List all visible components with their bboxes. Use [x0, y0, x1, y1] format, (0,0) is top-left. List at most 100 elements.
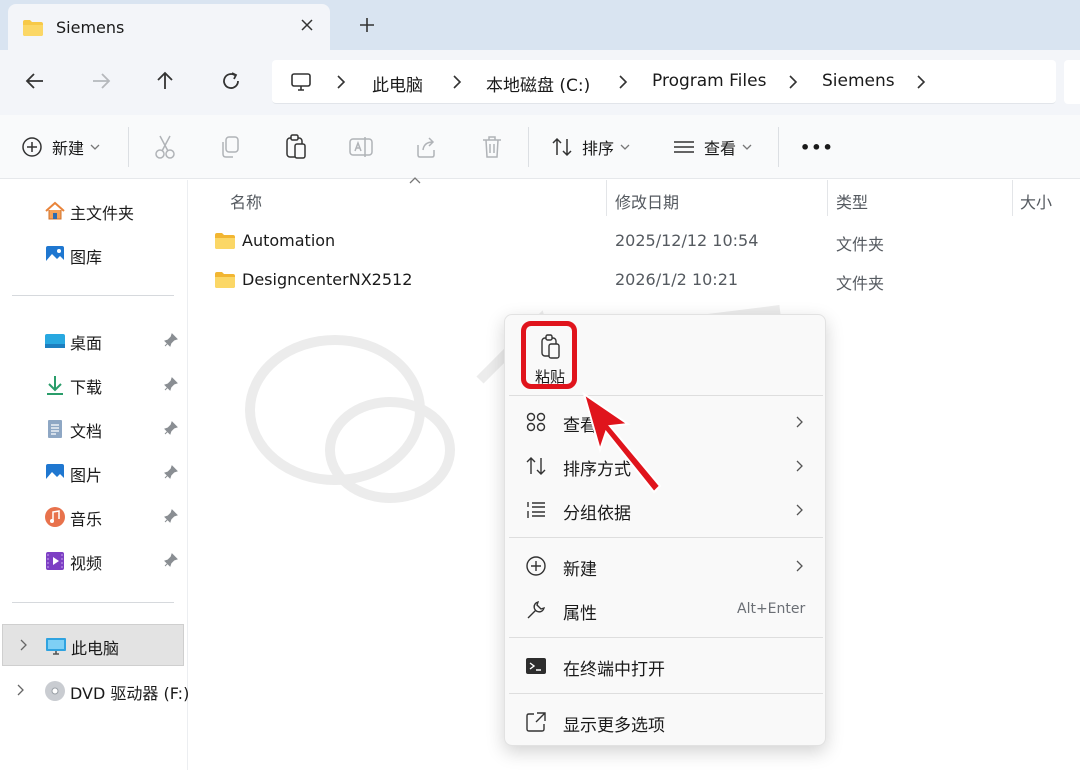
- column-header-size[interactable]: 大小: [1020, 189, 1052, 225]
- new-button[interactable]: 新建: [20, 133, 100, 161]
- column-divider[interactable]: [1012, 180, 1013, 216]
- sidebar-item-documents[interactable]: 文档: [0, 408, 186, 448]
- file-name: DesigncenterNX2512: [242, 270, 413, 289]
- tab-strip: Siemens: [0, 0, 1080, 50]
- sidebar-item-label: 图片: [70, 466, 103, 485]
- sidebar-item-pictures[interactable]: 图片: [0, 452, 186, 492]
- menu-item-view[interactable]: 查看: [509, 401, 823, 443]
- toolbar-divider: [528, 127, 529, 167]
- menu-item-label: 分组依据: [563, 504, 631, 524]
- file-type: 文件夹: [836, 235, 885, 254]
- new-plus-icon: [526, 556, 546, 576]
- menu-item-label: 显示更多选项: [563, 716, 665, 736]
- view-button[interactable]: 查看: [672, 133, 752, 161]
- menu-item-new[interactable]: 新建: [509, 545, 823, 587]
- new-tab-icon[interactable]: [356, 14, 378, 36]
- sidebar-item-downloads[interactable]: 下载: [0, 364, 186, 404]
- chevron-right-icon[interactable]: [17, 638, 29, 652]
- terminal-icon: [526, 658, 546, 674]
- music-icon: [45, 507, 65, 527]
- menu-divider: [509, 693, 823, 694]
- share-icon[interactable]: [414, 133, 438, 161]
- file-date: 2026/1/2 10:21: [615, 270, 739, 289]
- sidebar-divider: [12, 295, 174, 296]
- refresh-icon[interactable]: [218, 68, 244, 94]
- sidebar-item-music[interactable]: 音乐: [0, 496, 186, 536]
- pin-icon[interactable]: [164, 465, 178, 479]
- sidebar-item-gallery[interactable]: 图库: [0, 234, 186, 274]
- menu-item-sort-by[interactable]: 排序方式: [509, 445, 823, 487]
- chevron-right-icon[interactable]: [616, 73, 630, 91]
- folder-icon: [23, 20, 43, 36]
- pin-icon[interactable]: [164, 553, 178, 567]
- sort-button[interactable]: 排序: [550, 133, 630, 161]
- breadcrumb-local-disk[interactable]: 本地磁盘 (C:): [486, 71, 590, 96]
- video-icon: [46, 552, 64, 570]
- menu-divider: [509, 637, 823, 638]
- paste-button[interactable]: 粘贴: [521, 321, 577, 389]
- menu-item-group-by[interactable]: 分组依据: [509, 489, 823, 531]
- chevron-right-icon: [796, 504, 803, 516]
- menu-item-properties[interactable]: 属性 Alt+Enter: [509, 589, 823, 631]
- menu-item-open-terminal[interactable]: 在终端中打开: [509, 645, 823, 687]
- menu-item-show-more-options[interactable]: 显示更多选项: [509, 701, 823, 743]
- tab-siemens[interactable]: Siemens: [8, 4, 330, 50]
- column-header-date[interactable]: 修改日期: [615, 189, 679, 225]
- folder-icon: [215, 233, 235, 249]
- context-menu: 粘贴 查看 排序方式 分组依据 新建 属性 Alt+Enter 在终端中打开 显…: [504, 314, 826, 746]
- chevron-right-icon[interactable]: [914, 73, 928, 91]
- column-divider[interactable]: [827, 180, 828, 216]
- column-header-type[interactable]: 类型: [836, 189, 868, 225]
- close-icon[interactable]: [296, 14, 318, 36]
- chevron-right-icon[interactable]: [334, 73, 348, 91]
- breadcrumb-siemens[interactable]: Siemens: [822, 71, 895, 91]
- forward-arrow-icon[interactable]: [88, 68, 114, 94]
- breadcrumb-program-files[interactable]: Program Files: [652, 71, 766, 91]
- chevron-right-icon[interactable]: [14, 683, 26, 697]
- file-row[interactable]: Automation 2025/12/12 10:54 文件夹: [190, 222, 1080, 260]
- sidebar-item-home[interactable]: 主文件夹: [0, 190, 186, 230]
- pin-icon[interactable]: [164, 509, 178, 523]
- menu-item-label: 在终端中打开: [563, 660, 665, 680]
- breadcrumb-this-pc[interactable]: 此电脑: [372, 71, 423, 96]
- sort-ascending-icon: [409, 177, 421, 184]
- sidebar-item-videos[interactable]: 视频: [0, 540, 186, 580]
- sidebar-item-dvd-drive[interactable]: DVD 驱动器 (F:): [0, 670, 189, 710]
- sidebar-item-label: 音乐: [70, 510, 103, 529]
- chevron-right-icon[interactable]: [450, 73, 464, 91]
- sort-icon: [526, 457, 546, 475]
- copy-icon[interactable]: [218, 133, 242, 161]
- toolbar-divider: [128, 127, 129, 167]
- home-icon: [45, 201, 65, 220]
- sidebar-item-this-pc[interactable]: 此电脑: [2, 624, 184, 666]
- column-divider[interactable]: [606, 180, 607, 216]
- chevron-down-icon: [90, 144, 100, 150]
- address-bar[interactable]: 此电脑 本地磁盘 (C:) Program Files Siemens: [272, 60, 1056, 104]
- computer-icon: [46, 638, 66, 655]
- column-header-name[interactable]: 名称: [230, 189, 262, 225]
- pin-icon[interactable]: [164, 333, 178, 347]
- sidebar-divider: [12, 602, 174, 603]
- gallery-icon: [46, 246, 64, 264]
- chevron-down-icon: [742, 144, 752, 150]
- pin-icon[interactable]: [164, 377, 178, 391]
- sidebar-item-desktop[interactable]: 桌面: [0, 320, 186, 360]
- paste-icon[interactable]: [284, 133, 308, 161]
- pictures-icon: [46, 464, 64, 482]
- file-row[interactable]: DesigncenterNX2512 2026/1/2 10:21 文件夹: [190, 261, 1080, 299]
- view-label: 查看: [704, 139, 737, 158]
- sidebar-item-label: 桌面: [70, 334, 103, 353]
- sidebar-item-label: 此电脑: [71, 639, 120, 658]
- rename-icon[interactable]: [348, 133, 374, 161]
- search-box-edge[interactable]: [1064, 60, 1080, 104]
- more-options-button[interactable]: •••: [800, 133, 834, 161]
- delete-icon[interactable]: [480, 133, 504, 161]
- cut-icon[interactable]: [152, 133, 178, 161]
- group-by-icon: [527, 502, 545, 518]
- pin-icon[interactable]: [164, 421, 178, 435]
- up-arrow-icon[interactable]: [152, 68, 178, 94]
- chevron-right-icon[interactable]: [786, 73, 800, 91]
- menu-item-label: 属性: [563, 604, 597, 624]
- back-arrow-icon[interactable]: [22, 68, 48, 94]
- file-name: Automation: [242, 231, 336, 250]
